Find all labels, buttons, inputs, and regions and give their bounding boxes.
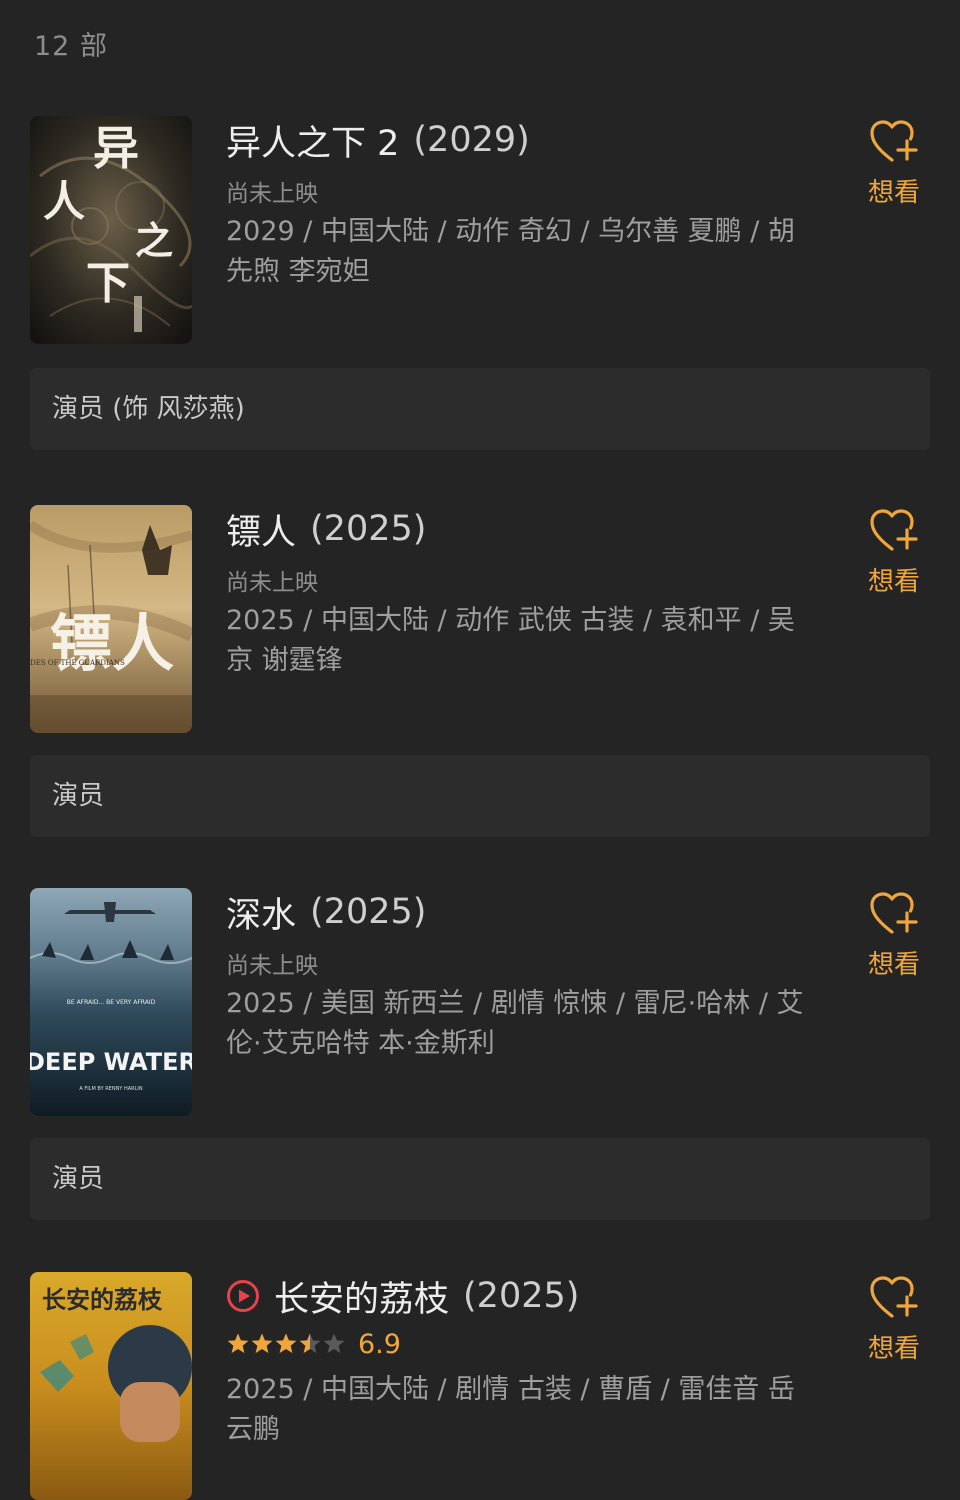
poster-title: DEEP WATER <box>30 1048 192 1076</box>
play-icon[interactable] <box>226 1279 260 1313</box>
want-to-watch-button[interactable]: 想看 <box>860 1274 928 1365</box>
movie-title[interactable]: 异人之下 2 <box>226 115 399 166</box>
movie-year: (2025) <box>463 1276 580 1316</box>
movie-meta: 2025 / 中国大陆 / 剧情 古装 / 曹盾 / 雷佳音 岳云鹏 <box>226 1374 795 1445</box>
want-label: 想看 <box>867 1334 920 1364</box>
poster-credit: A FILM BY RENNY HARLIN <box>79 1086 143 1092</box>
heart-plus-icon <box>870 509 918 551</box>
want-to-watch-button[interactable]: 想看 <box>860 890 928 981</box>
poster-title-char: 下 <box>86 258 130 309</box>
want-to-watch-button[interactable]: 想看 <box>860 118 928 209</box>
role-text: 演员 <box>52 1164 105 1194</box>
release-status: 尚未上映 <box>226 181 318 207</box>
movie-poster[interactable]: 镖人 BLADES OF THE GUARDIANS <box>30 505 192 733</box>
poster-title-char: 人 <box>43 177 85 226</box>
poster-title-char: 之 <box>135 218 173 263</box>
poster-title: 镖人 <box>50 607 174 680</box>
poster-title-char: 异 <box>93 121 139 175</box>
want-to-watch-button[interactable]: 想看 <box>860 507 928 598</box>
rating-row: 6.9 <box>226 1324 816 1364</box>
rating-score: 6.9 <box>358 1328 401 1360</box>
star-icon <box>227 1333 249 1353</box>
poster-subtitle: BLADES OF THE GUARDIANS <box>30 659 125 667</box>
star-icon <box>251 1333 273 1353</box>
movie-meta: 2025 / 中国大陆 / 动作 武侠 古装 / 袁和平 / 吴京 谢霆锋 <box>226 605 795 676</box>
poster-title: 长安的荔枝 <box>42 1285 163 1314</box>
movie-poster[interactable]: BE AFRAID... BE VERY AFRAID DEEP WATER A… <box>30 888 192 1116</box>
role-bar: 演员 <box>30 1138 930 1220</box>
role-bar: 演员 <box>30 755 930 837</box>
want-label: 想看 <box>867 950 920 980</box>
movie-year: (2029) <box>413 120 530 160</box>
poster-tagline: BE AFRAID... BE VERY AFRAID <box>67 999 156 1006</box>
movie-poster[interactable]: 长安的荔枝 <box>30 1272 192 1500</box>
release-status: 尚未上映 <box>226 570 318 596</box>
movie-title[interactable]: 镖人 <box>226 504 296 555</box>
role-text: 演员 <box>52 781 105 811</box>
want-label: 想看 <box>867 567 920 597</box>
release-status: 尚未上映 <box>226 953 318 979</box>
heart-plus-icon <box>870 1276 918 1318</box>
star-icon <box>323 1333 345 1353</box>
result-count: 12 部 <box>34 31 108 62</box>
movie-poster[interactable]: 异 人 之 下 <box>30 116 192 344</box>
role-bar: 演员 (饰 风莎燕) <box>30 368 930 450</box>
movie-title[interactable]: 长安的荔枝 <box>274 1271 449 1322</box>
movie-year: (2025) <box>310 509 427 549</box>
heart-plus-icon <box>870 892 918 934</box>
star-icon <box>275 1333 297 1353</box>
star-icon <box>299 1333 321 1353</box>
movie-title[interactable]: 深水 <box>226 887 296 938</box>
role-text: 演员 (饰 风莎燕) <box>52 394 245 424</box>
heart-plus-icon <box>870 120 918 162</box>
movie-meta: 2029 / 中国大陆 / 动作 奇幻 / 乌尔善 夏鹏 / 胡先煦 李宛妲 <box>226 216 795 287</box>
want-label: 想看 <box>867 178 920 208</box>
movie-meta: 2025 / 美国 新西兰 / 剧情 惊悚 / 雷尼·哈林 / 艾伦·艾克哈特 … <box>226 988 804 1059</box>
movie-year: (2025) <box>310 892 427 932</box>
star-rating <box>226 1332 346 1356</box>
